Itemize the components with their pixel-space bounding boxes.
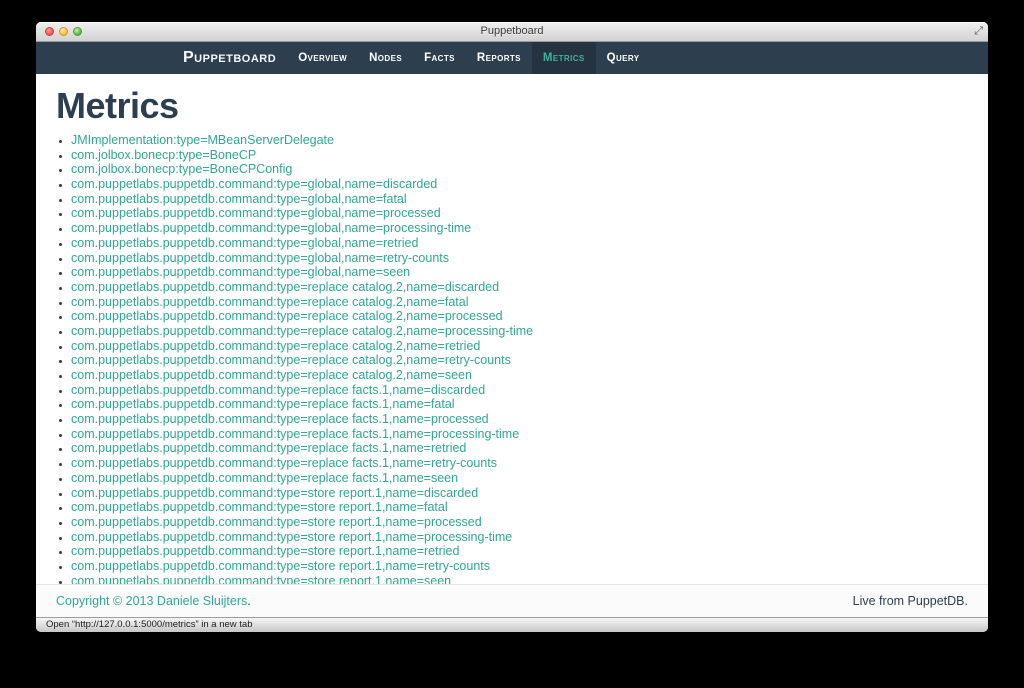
nav-item-metrics[interactable]: Metrics xyxy=(531,42,596,74)
fullscreen-icon[interactable]: ⤢ xyxy=(974,25,983,38)
metric-list-item: com.puppetlabs.puppetdb.command:type=rep… xyxy=(71,280,968,295)
metric-link[interactable]: com.puppetlabs.puppetdb.command:type=rep… xyxy=(71,427,519,441)
metric-link[interactable]: com.puppetlabs.puppetdb.command:type=rep… xyxy=(71,368,472,382)
metric-link[interactable]: com.jolbox.bonecp:type=BoneCP xyxy=(71,148,256,162)
navbar: Puppetboard Overview Nodes Facts Reports Met… xyxy=(36,42,988,74)
nav-item-facts[interactable]: Facts xyxy=(413,42,466,74)
status-bar: Open “http://127.0.0.1:5000/metrics” in … xyxy=(36,617,988,632)
nav-item-query[interactable]: Query xyxy=(596,42,651,74)
metric-link[interactable]: com.puppetlabs.puppetdb.command:type=sto… xyxy=(71,515,482,529)
metric-list-item: com.puppetlabs.puppetdb.command:type=sto… xyxy=(71,515,968,530)
metrics-list: JMImplementation:type=MBeanServerDelegat… xyxy=(56,133,968,584)
metric-link[interactable]: com.puppetlabs.puppetdb.command:type=rep… xyxy=(71,353,511,367)
metric-list-item: com.puppetlabs.puppetdb.command:type=glo… xyxy=(71,206,968,221)
nav-item-overview[interactable]: Overview xyxy=(287,42,358,74)
metric-link[interactable]: com.puppetlabs.puppetdb.command:type=glo… xyxy=(71,265,410,279)
metric-list-item: JMImplementation:type=MBeanServerDelegat… xyxy=(71,133,968,148)
titlebar[interactable]: Puppetboard ⤢ xyxy=(36,22,988,42)
nav-link-facts[interactable]: Facts xyxy=(413,42,466,74)
status-bar-text: Open “http://127.0.0.1:5000/metrics” in … xyxy=(46,619,253,630)
metric-link[interactable]: com.puppetlabs.puppetdb.command:type=rep… xyxy=(71,397,455,411)
metric-list-item: com.puppetlabs.puppetdb.command:type=rep… xyxy=(71,353,968,368)
metric-link[interactable]: com.puppetlabs.puppetdb.command:type=sto… xyxy=(71,486,478,500)
metric-list-item: com.jolbox.bonecp:type=BoneCP xyxy=(71,148,968,163)
window-title: Puppetboard xyxy=(480,25,544,37)
metric-link[interactable]: JMImplementation:type=MBeanServerDelegat… xyxy=(71,133,334,147)
metric-list-item: com.puppetlabs.puppetdb.command:type=sto… xyxy=(71,486,968,501)
metric-list-item: com.puppetlabs.puppetdb.command:type=rep… xyxy=(71,471,968,486)
metric-list-item: com.puppetlabs.puppetdb.command:type=sto… xyxy=(71,544,968,559)
metric-list-item: com.puppetlabs.puppetdb.command:type=sto… xyxy=(71,530,968,545)
metric-link[interactable]: com.puppetlabs.puppetdb.command:type=glo… xyxy=(71,177,437,191)
metric-list-item: com.puppetlabs.puppetdb.command:type=glo… xyxy=(71,221,968,236)
metric-link[interactable]: com.puppetlabs.puppetdb.command:type=glo… xyxy=(71,192,407,206)
metric-list-item: com.puppetlabs.puppetdb.command:type=rep… xyxy=(71,324,968,339)
nav-link-overview[interactable]: Overview xyxy=(287,42,358,74)
main-content: Metrics JMImplementation:type=MBeanServe… xyxy=(36,74,988,584)
metric-link[interactable]: com.puppetlabs.puppetdb.command:type=rep… xyxy=(71,280,499,294)
brand-puppetboard[interactable]: Puppetboard xyxy=(183,42,276,74)
metric-list-item: com.puppetlabs.puppetdb.command:type=rep… xyxy=(71,412,968,427)
nav-items: Overview Nodes Facts Reports Metrics Query xyxy=(287,42,650,74)
metric-link[interactable]: com.jolbox.bonecp:type=BoneCPConfig xyxy=(71,162,292,176)
zoom-window-icon[interactable] xyxy=(73,27,82,36)
nav-item-reports[interactable]: Reports xyxy=(466,42,532,74)
metric-link[interactable]: com.puppetlabs.puppetdb.command:type=rep… xyxy=(71,471,458,485)
copyright-suffix: . xyxy=(247,594,251,608)
metric-link[interactable]: com.puppetlabs.puppetdb.command:type=glo… xyxy=(71,206,441,220)
metric-list-item: com.puppetlabs.puppetdb.command:type=rep… xyxy=(71,309,968,324)
metric-list-item: com.puppetlabs.puppetdb.command:type=rep… xyxy=(71,295,968,310)
metric-list-item: com.puppetlabs.puppetdb.command:type=glo… xyxy=(71,192,968,207)
metric-link[interactable]: com.puppetlabs.puppetdb.command:type=glo… xyxy=(71,236,418,250)
metric-link[interactable]: com.puppetlabs.puppetdb.command:type=rep… xyxy=(71,295,469,309)
nav-item-nodes[interactable]: Nodes xyxy=(358,42,413,74)
metric-link[interactable]: com.puppetlabs.puppetdb.command:type=rep… xyxy=(71,412,489,426)
metric-link[interactable]: com.puppetlabs.puppetdb.command:type=sto… xyxy=(71,544,459,558)
nav-link-metrics[interactable]: Metrics xyxy=(532,42,596,74)
metric-list-item: com.puppetlabs.puppetdb.command:type=glo… xyxy=(71,177,968,192)
minimize-window-icon[interactable] xyxy=(59,27,68,36)
nav-link-nodes[interactable]: Nodes xyxy=(358,42,413,74)
metric-list-item: com.puppetlabs.puppetdb.command:type=glo… xyxy=(71,251,968,266)
page-title: Metrics xyxy=(56,85,179,126)
metric-list-item: com.puppetlabs.puppetdb.command:type=sto… xyxy=(71,500,968,515)
metric-list-item: com.puppetlabs.puppetdb.command:type=rep… xyxy=(71,339,968,354)
copyright-text: Copyright © 2013 Daniele Sluijters. xyxy=(56,594,251,608)
metric-link[interactable]: com.puppetlabs.puppetdb.command:type=glo… xyxy=(71,221,471,235)
metric-link[interactable]: com.puppetlabs.puppetdb.command:type=rep… xyxy=(71,324,533,338)
metric-link[interactable]: com.puppetlabs.puppetdb.command:type=sto… xyxy=(71,574,451,584)
copyright-link[interactable]: Copyright © 2013 Daniele Sluijters xyxy=(56,594,247,608)
metric-list-item: com.puppetlabs.puppetdb.command:type=sto… xyxy=(71,559,968,574)
nav-link-reports[interactable]: Reports xyxy=(466,42,532,74)
metric-link[interactable]: com.puppetlabs.puppetdb.command:type=rep… xyxy=(71,309,503,323)
live-from-puppetdb-label: Live from PuppetDB. xyxy=(852,594,968,608)
metric-list-item: com.puppetlabs.puppetdb.command:type=rep… xyxy=(71,397,968,412)
metric-list-item: com.puppetlabs.puppetdb.command:type=glo… xyxy=(71,265,968,280)
metric-link[interactable]: com.puppetlabs.puppetdb.command:type=glo… xyxy=(71,251,449,265)
metric-link[interactable]: com.puppetlabs.puppetdb.command:type=rep… xyxy=(71,383,485,397)
metric-list-item: com.puppetlabs.puppetdb.command:type=glo… xyxy=(71,236,968,251)
app-window: Puppetboard ⤢ Puppetboard Overview Nodes F… xyxy=(36,22,988,632)
metric-list-item: com.puppetlabs.puppetdb.command:type=rep… xyxy=(71,456,968,471)
metric-list-item: com.jolbox.bonecp:type=BoneCPConfig xyxy=(71,162,968,177)
nav-link-query[interactable]: Query xyxy=(596,42,651,74)
metric-link[interactable]: com.puppetlabs.puppetdb.command:type=rep… xyxy=(71,441,466,455)
metric-link[interactable]: com.puppetlabs.puppetdb.command:type=sto… xyxy=(71,559,490,573)
footer: Copyright © 2013 Daniele Sluijters. Live… xyxy=(36,584,988,617)
metric-link[interactable]: com.puppetlabs.puppetdb.command:type=rep… xyxy=(71,339,480,353)
metric-link[interactable]: com.puppetlabs.puppetdb.command:type=sto… xyxy=(71,530,512,544)
metric-list-item: com.puppetlabs.puppetdb.command:type=rep… xyxy=(71,368,968,383)
traffic-lights xyxy=(45,27,82,36)
metric-list-item: com.puppetlabs.puppetdb.command:type=rep… xyxy=(71,441,968,456)
metric-link[interactable]: com.puppetlabs.puppetdb.command:type=sto… xyxy=(71,500,448,514)
metric-list-item: com.puppetlabs.puppetdb.command:type=rep… xyxy=(71,383,968,398)
metric-link[interactable]: com.puppetlabs.puppetdb.command:type=rep… xyxy=(71,456,497,470)
close-window-icon[interactable] xyxy=(45,27,54,36)
metric-list-item: com.puppetlabs.puppetdb.command:type=rep… xyxy=(71,427,968,442)
metric-list-item: com.puppetlabs.puppetdb.command:type=sto… xyxy=(71,574,968,584)
